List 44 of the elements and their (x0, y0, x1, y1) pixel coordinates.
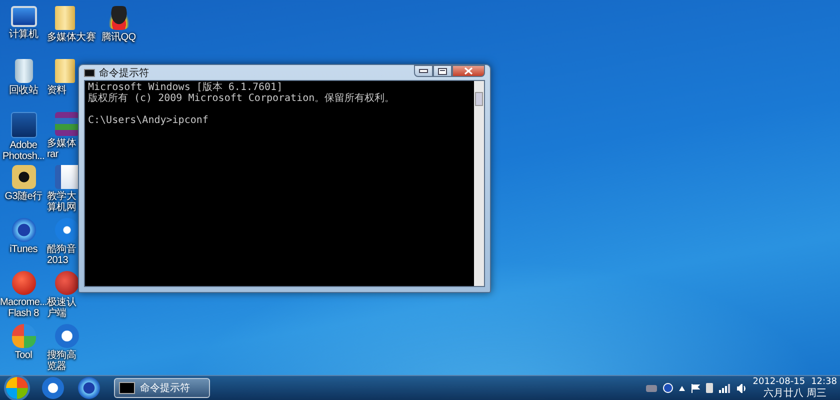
clock-lunar-date[interactable]: 六月廿八 周三 (763, 388, 826, 399)
icon-label: 多媒体大赛 (47, 32, 96, 43)
flag-icon[interactable] (690, 384, 700, 392)
start-icon[interactable] (6, 377, 28, 399)
icon-label: Tool (14, 350, 32, 361)
maximize-button[interactable] (433, 65, 452, 77)
archive-icon[interactable] (55, 112, 79, 136)
icon-label: 酷狗音 2013 (47, 244, 76, 266)
console-line: Microsoft Windows [版本 6.1.7601] (88, 82, 284, 93)
taskbar-button[interactable]: 命令提示符 (114, 378, 210, 398)
console-line: C:\Users\Andy>ipconf (88, 115, 210, 126)
icon-label: 搜狗高 览器 (47, 350, 76, 372)
icon-label: 计算机 (8, 29, 38, 40)
icon-label: 资料 (47, 85, 66, 96)
icon-label: 极速认 户端 (47, 297, 76, 319)
penguin-icon[interactable] (106, 6, 130, 30)
icon-label: 回收站 (8, 85, 38, 96)
icon-label: 腾讯QQ (101, 32, 136, 43)
up-arrow-icon[interactable] (678, 386, 685, 390)
close-button[interactable] (452, 65, 485, 77)
clock-date[interactable]: 2012-08-15 (752, 377, 806, 388)
recycle-bin-icon[interactable] (14, 59, 32, 83)
app-circle-icon[interactable] (42, 377, 64, 399)
scrollbar[interactable] (474, 81, 484, 286)
close-icon (464, 67, 473, 75)
minimize-button[interactable] (414, 65, 433, 77)
icon-label: 多媒体 rar (47, 138, 76, 160)
clock-time[interactable]: 12:38 (811, 377, 837, 388)
icon-label: iTunes (10, 244, 38, 255)
app-tile-icon[interactable] (12, 165, 36, 189)
console-icon (84, 68, 95, 76)
app-circle-icon[interactable] (55, 218, 79, 242)
icon-label: 教学大 算机网 (47, 191, 76, 213)
minimize-icon (419, 69, 428, 73)
monitor-icon[interactable] (10, 6, 36, 27)
icon-label: Macrome... Flash 8 (0, 297, 48, 319)
icon-label: Adobe Photosh... (2, 140, 45, 162)
signal-icon[interactable] (718, 384, 731, 392)
icon-label: G3随e行 (4, 191, 42, 202)
speaker-icon[interactable] (736, 384, 747, 392)
window-title: 命令提示符 (99, 66, 150, 80)
maximize-icon (438, 68, 447, 74)
app-tile-icon[interactable] (10, 112, 36, 138)
console-line: 版权所有 (c) 2009 Microsoft Corporation。保留所有权利。 (88, 93, 396, 104)
